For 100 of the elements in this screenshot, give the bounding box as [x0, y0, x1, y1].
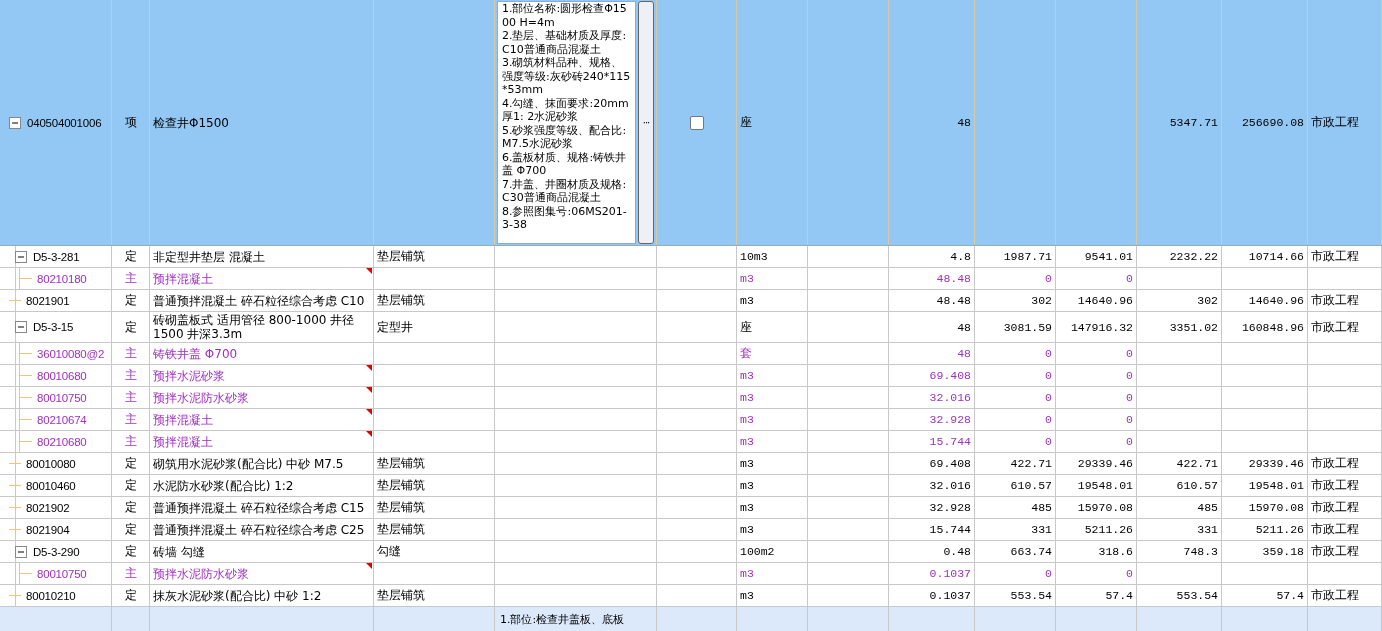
work-content: 垫层铺筑	[377, 292, 425, 309]
item-type: 定	[124, 248, 137, 265]
unit-price: 0	[1045, 413, 1052, 426]
quantity: 15.744	[929, 523, 971, 536]
item-code: D5-3-15	[33, 321, 74, 333]
description-field[interactable]: 1.部位名称:圆形检查Φ1500 H=4m 2.垫层、基础材质及厚度:C10普通商品混凝土 3.砌筑材料品种、规格、强度等级:灰砂砖240*115*53mm 4.勾缝、抹面要求:20mm厚1: 2水泥砂浆 5.砂浆强度等级、配合比:M7.5水泥砂浆 6.盖板材质、规格:铸铁井盖 Φ700 7.井盖、井圈材质及规格:C30普通商品混凝土 8.参照图集号:06MS201-3-38	[497, 1, 636, 244]
item-type: 主	[124, 270, 137, 287]
item-name: 预拌水泥防水砂浆	[153, 566, 249, 581]
composite-price: 610.57	[1176, 479, 1218, 492]
item-type: 项	[124, 114, 137, 131]
quantity: 4.8	[950, 250, 971, 263]
item-name: 检查井Φ1500	[153, 115, 229, 130]
total-price: 29339.46	[1077, 457, 1133, 470]
unit: m3	[740, 523, 754, 536]
item-type: 主	[124, 433, 137, 450]
composite-price: 302	[1197, 294, 1218, 307]
work-content: 垫层铺筑	[377, 499, 425, 516]
item-type: 定	[124, 292, 137, 309]
collapse-icon[interactable]	[15, 250, 27, 263]
quantity: 15.744	[929, 435, 971, 448]
total-price: 318.6	[1098, 545, 1133, 558]
more-button[interactable]: ···	[638, 1, 654, 244]
item-code: 80210680	[37, 435, 87, 448]
item-name: 普通预拌混凝土 碎石粒径综合考虑 C10	[153, 293, 365, 308]
item-code: D5-3-281	[33, 250, 80, 263]
composite-total: 14640.96	[1248, 294, 1304, 307]
work-content: 垫层铺筑	[377, 521, 425, 538]
composite-total: 29339.46	[1248, 457, 1304, 470]
specialty: 市政工程	[1311, 587, 1359, 604]
composite-total: 10714.66	[1248, 250, 1304, 263]
item-code: 040504001006	[27, 116, 102, 129]
item-name: 预拌混凝土	[153, 434, 213, 449]
unit-price: 331	[1031, 523, 1052, 536]
item-type: 主	[124, 367, 137, 384]
item-type: 定	[124, 521, 137, 538]
composite-price: 485	[1197, 501, 1218, 514]
quantity: 0.1037	[929, 567, 971, 580]
unit-price: 0	[1045, 391, 1052, 404]
specialty: 市政工程	[1311, 248, 1359, 265]
item-type: 主	[124, 389, 137, 406]
composite-total: 57.4	[1276, 589, 1304, 602]
unit-price: 0	[1045, 369, 1052, 382]
collapse-icon[interactable]	[15, 545, 27, 558]
collapse-icon[interactable]	[15, 321, 27, 333]
quantity: 32.928	[929, 413, 971, 426]
total-price: 0	[1126, 567, 1133, 580]
quantity: 48.48	[936, 272, 971, 285]
unit: m3	[740, 294, 754, 307]
unit: m3	[740, 479, 754, 492]
item-type: 定	[124, 543, 137, 560]
unit-price: 0	[1045, 567, 1052, 580]
composite-price: 331	[1197, 523, 1218, 536]
quantity: 48	[957, 320, 971, 334]
composite-price: 5347.71	[1169, 116, 1218, 129]
item-code: 80010750	[37, 391, 87, 404]
work-content: 垫层铺筑	[377, 455, 425, 472]
total-price: 14640.96	[1077, 294, 1133, 307]
quantity: 69.408	[929, 369, 971, 382]
item-type: 主	[124, 565, 137, 582]
total-price: 19548.01	[1077, 479, 1133, 492]
work-content: 定型井	[377, 318, 413, 336]
item-type: 主	[124, 411, 137, 428]
unit: m3	[740, 369, 754, 382]
item-name: 砖墙 勾缝	[153, 544, 205, 559]
unit: m3	[740, 501, 754, 514]
item-name: 预拌水泥防水砂浆	[153, 390, 249, 405]
specialty: 市政工程	[1311, 114, 1359, 131]
work-content: 勾缝	[377, 543, 401, 560]
quantity: 48	[957, 116, 971, 129]
work-content: 垫层铺筑	[377, 248, 425, 265]
unit: m3	[740, 435, 754, 448]
total-price: 9541.01	[1084, 250, 1133, 263]
unit: m3	[740, 457, 754, 470]
unit-price: 422.71	[1010, 457, 1052, 470]
unit-price: 3081.59	[1003, 320, 1052, 334]
unit: m3	[740, 413, 754, 426]
item-type: 定	[124, 318, 137, 336]
composite-price: 553.54	[1176, 589, 1218, 602]
quantity: 48.48	[936, 294, 971, 307]
unit-price: 1987.71	[1003, 250, 1052, 263]
specialty: 市政工程	[1311, 477, 1359, 494]
composite-price: 422.71	[1176, 457, 1218, 470]
collapse-icon[interactable]	[9, 116, 21, 129]
total-price: 0	[1126, 435, 1133, 448]
unit-price: 553.54	[1010, 589, 1052, 602]
item-name: 预拌混凝土	[153, 271, 213, 286]
unit: 100m2	[740, 545, 775, 558]
total-price: 5211.26	[1084, 523, 1133, 536]
specialty: 市政工程	[1311, 292, 1359, 309]
quantity: 0.1037	[929, 589, 971, 602]
item-code: 8021901	[26, 294, 70, 307]
unit-price: 0	[1045, 435, 1052, 448]
total-price: 0	[1126, 272, 1133, 285]
item-name: 砌筑用水泥砂浆(配合比) 中砂 M7.5	[153, 456, 344, 471]
checkbox[interactable]	[689, 115, 704, 130]
item-name: 非定型井垫层 混凝土	[153, 249, 265, 264]
item-name: 铸铁井盖 Φ700	[153, 346, 238, 361]
item-type: 定	[124, 587, 137, 604]
unit-price: 302	[1031, 294, 1052, 307]
total-price: 15970.08	[1077, 501, 1133, 514]
